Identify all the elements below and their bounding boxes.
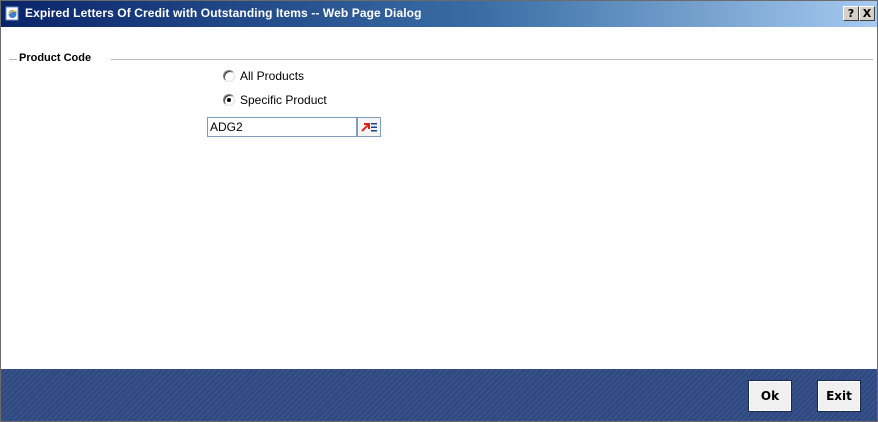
close-button[interactable]: X [859,6,875,21]
radio-label-specific-product: Specific Product [240,93,327,107]
radio-button-specific-product[interactable] [223,94,235,106]
fieldset-border-right [111,59,873,60]
window-title: Expired Letters Of Credit with Outstandi… [25,6,422,20]
product-code-input[interactable] [207,117,357,137]
footer-bar: Ok Exit [1,369,877,421]
exit-button[interactable]: Exit [817,380,861,412]
ok-button[interactable]: Ok [748,380,792,412]
radio-label-all-products: All Products [240,69,305,83]
list-of-values-icon [358,123,380,140]
fieldset-border-left [9,59,17,60]
radio-button-all-products[interactable] [223,70,235,82]
ie-page-icon [5,6,20,21]
product-code-legend: Product Code [17,52,94,64]
title-bar: Expired Letters Of Credit with Outstandi… [1,1,877,27]
dialog-window: Expired Letters Of Credit with Outstandi… [0,0,878,422]
product-lov-button[interactable] [357,117,381,137]
help-button[interactable]: ? [843,6,859,21]
